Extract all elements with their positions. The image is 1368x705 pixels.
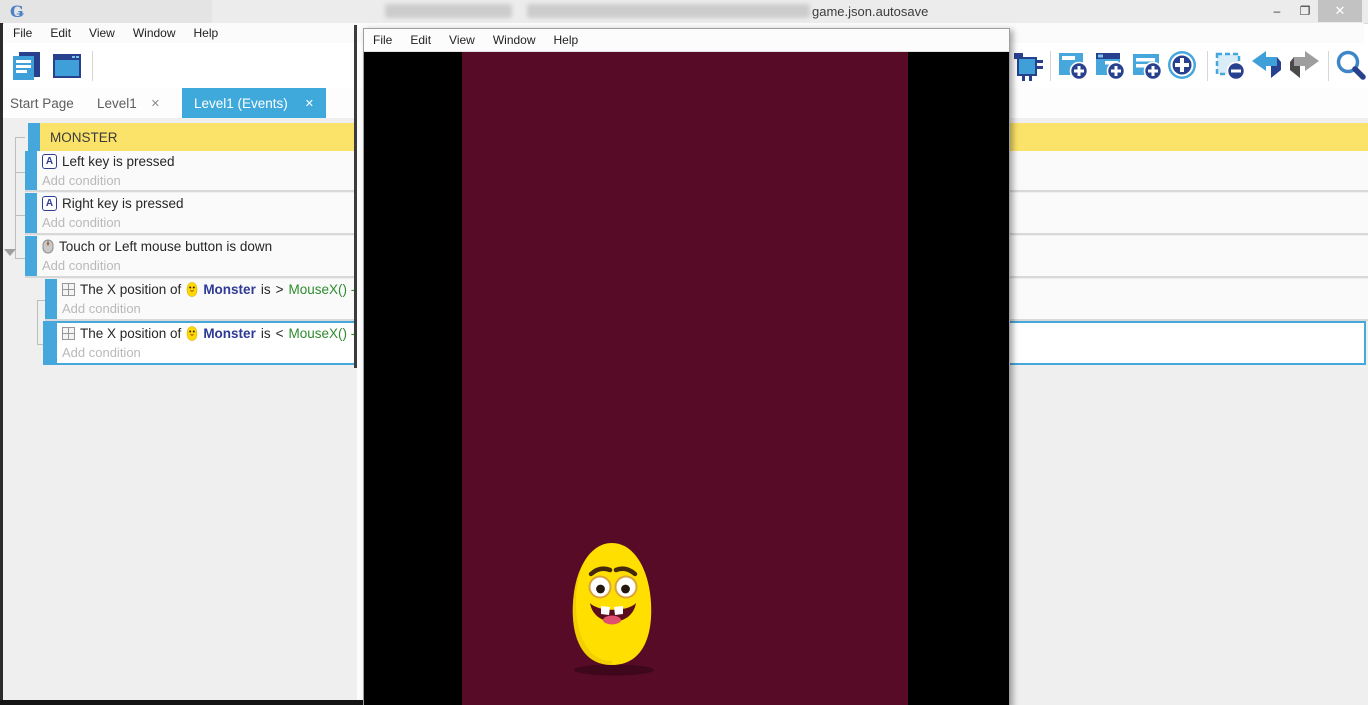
redacted-path-block [385,4,512,18]
menu-window[interactable]: Window [124,26,185,40]
event-handle[interactable] [25,193,37,233]
preview-menu-edit[interactable]: Edit [401,33,440,47]
tree-line [15,172,25,173]
condition-mid: is [261,326,271,341]
condition-text: Left key is pressed [62,154,175,169]
delete-event-icon[interactable] [1213,49,1247,83]
scene-editor-icon[interactable] [10,49,44,83]
condition-prefix: The X position of [80,326,181,341]
event-handle[interactable] [28,123,40,151]
condition-text: Right key is pressed [62,196,184,211]
menu-help[interactable]: Help [185,26,228,40]
preview-menu-help[interactable]: Help [545,33,588,47]
mouse-icon [42,239,54,254]
preview-menu-view[interactable]: View [440,33,484,47]
event-handle[interactable] [45,323,57,363]
monster-object-icon [186,282,198,297]
gdevelop-ide: Ǥ game.json.autosave – ❐ ✕ File Edit Vie… [0,0,1368,705]
toolbar-separator [92,51,93,81]
game-scene-background [462,52,908,705]
condition-mid: is [261,282,271,297]
event-handle[interactable] [25,236,37,276]
position-icon [62,327,75,340]
tab-level1-events[interactable]: Level1 (Events) ✕ [182,88,326,118]
title-bar: Ǥ game.json.autosave – ❐ ✕ [0,0,1368,24]
condition-prefix: The X position of [80,282,181,297]
toolbar-separator [1050,51,1051,81]
tab-label: Level1 (Events) [194,96,288,111]
keyboard-key-icon: A [42,154,57,169]
redo-icon[interactable] [1287,49,1321,83]
monster-object-icon [186,326,198,341]
tree-line [15,137,16,258]
menu-edit[interactable]: Edit [41,26,80,40]
minimize-button[interactable]: – [1264,0,1290,22]
toolbar-separator [1207,51,1208,81]
gdevelop-logo-icon: Ǥ [10,2,30,21]
add-comment-icon[interactable] [1130,49,1164,83]
object-name: Monster [203,326,256,341]
add-event-icon[interactable] [1056,49,1090,83]
tree-line [15,215,25,216]
tab-level1[interactable]: Level1 ✕ [97,88,160,118]
preview-window-icon[interactable] [50,49,84,83]
window-title: game.json.autosave [812,4,928,19]
tree-line [15,258,25,259]
game-preview-window[interactable]: File Edit View Window Help [363,28,1010,705]
restore-button[interactable]: ❐ [1292,0,1318,22]
expression: MouseX() - [288,282,355,297]
redacted-path-block [527,4,810,18]
menu-view[interactable]: View [80,26,124,40]
tree-line [37,300,38,344]
debugger-icon[interactable] [1012,49,1046,83]
tree-line [37,300,45,301]
toolbar-separator [1328,51,1329,81]
search-icon[interactable] [1334,49,1368,83]
keyboard-key-icon: A [42,196,57,211]
title-bar-left-segment [0,0,212,23]
game-canvas[interactable] [364,52,1009,705]
tab-label: Start Page [10,96,74,111]
event-handle[interactable] [45,279,57,319]
condition-text: Touch or Left mouse button is down [59,239,272,254]
preview-menu-bar: File Edit View Window Help [364,29,1009,52]
expression: MouseX() - [288,326,355,341]
object-name: Monster [203,282,256,297]
tab-start-page[interactable]: Start Page [10,88,74,118]
preview-menu-window[interactable]: Window [484,33,545,47]
close-button[interactable]: ✕ [1318,0,1362,22]
window-bottom-edge [0,700,363,705]
tree-line [15,137,25,138]
tab-label: Level1 [97,96,137,111]
comment-text: MONSTER [40,130,118,145]
monster-sprite [566,539,658,679]
window-left-edge [0,23,3,705]
undo-icon[interactable] [1250,49,1284,83]
operator: < [276,326,284,341]
position-icon [62,283,75,296]
menu-file[interactable]: File [4,26,41,40]
operator: > [276,282,284,297]
collapse-arrow-icon[interactable] [4,249,16,256]
preview-menu-file[interactable]: File [364,33,401,47]
tab-close-icon[interactable]: ✕ [305,97,314,110]
add-subevent-icon[interactable] [1093,49,1127,83]
add-other-icon[interactable] [1165,49,1199,83]
tab-close-icon[interactable]: ✕ [151,97,160,110]
event-handle[interactable] [25,151,37,190]
